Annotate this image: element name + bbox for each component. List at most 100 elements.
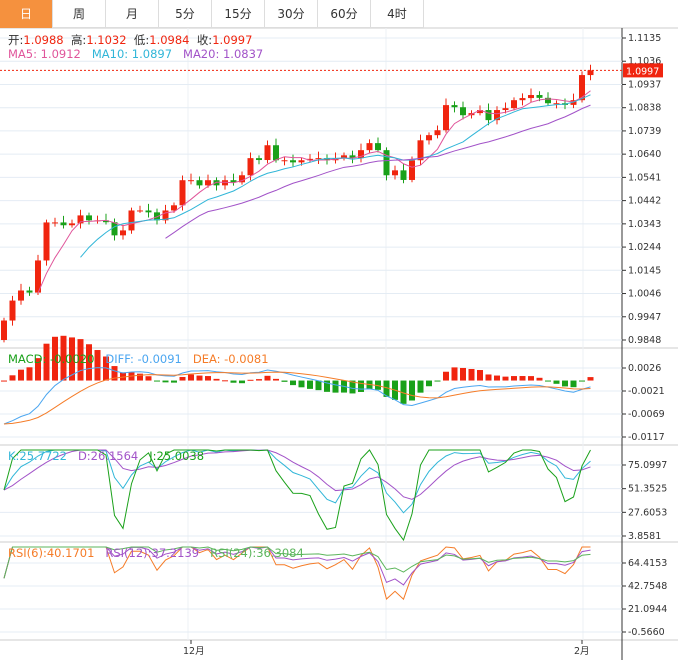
macd-bar — [579, 380, 585, 382]
tick-label: 64.4153 — [628, 558, 667, 569]
candle-down — [26, 290, 33, 293]
candle-up — [409, 160, 415, 180]
macd-bar — [400, 380, 407, 404]
macd-bar — [366, 380, 373, 390]
candle-up — [468, 113, 475, 116]
diff-line — [3, 367, 591, 425]
current-price-tag — [623, 63, 663, 78]
candle-down — [60, 222, 67, 226]
candle-up — [52, 222, 58, 224]
candle-up — [417, 140, 424, 161]
macd-bar — [341, 380, 347, 393]
candle-down — [213, 180, 220, 186]
tick-label: 1.1036 — [628, 56, 661, 67]
macd-bar — [298, 380, 305, 388]
tick-label: 1.0244 — [628, 242, 661, 253]
rsi24-value: RSI(24):36.3084 — [210, 546, 304, 560]
dea-value: DEA: -0.0081 — [192, 352, 269, 366]
candle-down — [230, 180, 237, 183]
candle-down — [383, 150, 390, 176]
diff-value: DIFF: -0.0091 — [105, 352, 182, 366]
tick-label: -0.5660 — [628, 627, 665, 638]
candle-up — [528, 95, 534, 99]
candle-up — [162, 210, 169, 221]
macd-bar — [485, 374, 492, 381]
tick-label: 75.0997 — [628, 460, 667, 471]
candle-down — [536, 95, 543, 98]
candle-up — [239, 175, 245, 183]
tab-0[interactable]: 日 — [0, 0, 53, 28]
candle-down — [400, 170, 407, 180]
tick-label: 1.0739 — [628, 126, 661, 137]
candle-up — [366, 143, 373, 151]
tick-label: -0.0069 — [628, 409, 665, 420]
tab-2[interactable]: 月 — [106, 0, 159, 28]
macd-bar — [349, 380, 356, 394]
current-price-label: 1.0997 — [626, 66, 659, 77]
dea-line — [3, 371, 591, 425]
macd-bar — [307, 380, 313, 389]
tick-label: 1.0046 — [628, 289, 661, 300]
macd-bar — [417, 380, 424, 393]
tick-label: 1.0937 — [628, 79, 661, 90]
candle-down — [562, 103, 568, 105]
candle-up — [205, 180, 211, 186]
candle-down — [545, 97, 551, 104]
ma10-line — [80, 94, 591, 258]
kline-chart[interactable]: 1.1135 1.1036 1.0937 1.0838 1.0739 1.0640 1.05… — [0, 0, 678, 670]
candle-up — [570, 100, 577, 105]
macd-bar — [281, 380, 288, 382]
macd-bar — [247, 379, 254, 381]
candle-up — [298, 160, 305, 163]
tab-6[interactable]: 60分 — [318, 0, 371, 28]
rsi12-value: RSI(12):37.2139 — [105, 546, 200, 560]
macd-bar — [545, 380, 551, 382]
macd-bar — [196, 375, 203, 381]
tick-label: 1.0343 — [628, 219, 661, 230]
candle-down — [460, 107, 466, 116]
low-label: 低: — [133, 33, 150, 47]
candle-up — [315, 158, 322, 160]
candle-down — [324, 158, 330, 161]
tick-label: 21.0944 — [628, 604, 667, 615]
ohlc-readout: 开:1.0988 高:1.1032 低:1.0984 收:1.0997 — [8, 32, 252, 48]
macd-bar — [502, 376, 509, 381]
macd-bar — [528, 376, 534, 381]
tab-5[interactable]: 30分 — [265, 0, 318, 28]
ma20-value: MA20: 1.0837 — [183, 47, 264, 61]
candle-up — [94, 220, 101, 222]
macd-bar — [315, 380, 322, 391]
tab-7[interactable]: 4时 — [371, 0, 424, 28]
tick-label: 1.0640 — [628, 149, 661, 160]
macd-bar — [213, 378, 220, 381]
tick-label: 0.9947 — [628, 312, 661, 323]
k-value: K:25.7722 — [8, 449, 67, 463]
tick-label: 1.0442 — [628, 196, 661, 207]
macd-bar — [120, 372, 126, 381]
macd-bar — [9, 375, 16, 381]
open-label: 开: — [8, 33, 24, 47]
macd-bar — [128, 372, 135, 381]
ma-readout: MA5: 1.0912 MA10: 1.0897 MA20: 1.0837 — [8, 47, 263, 61]
j-value: J:25.0038 — [149, 449, 205, 463]
open-value: 1.0988 — [23, 33, 64, 47]
tab-3[interactable]: 5分 — [159, 0, 212, 28]
candle-up — [171, 205, 177, 211]
macd-bar — [392, 380, 398, 400]
macd-bar — [179, 376, 186, 381]
macd-bar — [273, 378, 279, 381]
candle-up — [434, 130, 441, 136]
macd-bar — [18, 369, 24, 381]
kdj-readout: K:25.7722 D:26.1564 J:25.0038 — [8, 449, 204, 463]
tab-1[interactable]: 周 — [53, 0, 106, 28]
macd-bar — [332, 380, 339, 393]
tick-label: 42.7548 — [628, 581, 667, 592]
candle-up — [443, 105, 449, 131]
candle-up — [222, 180, 228, 186]
macd-bar — [536, 377, 543, 381]
low-value: 1.0984 — [149, 33, 190, 47]
tick-label: 0.0026 — [628, 363, 661, 374]
macd-bar — [468, 368, 475, 381]
candle-up — [188, 180, 194, 182]
tab-4[interactable]: 15分 — [212, 0, 265, 28]
